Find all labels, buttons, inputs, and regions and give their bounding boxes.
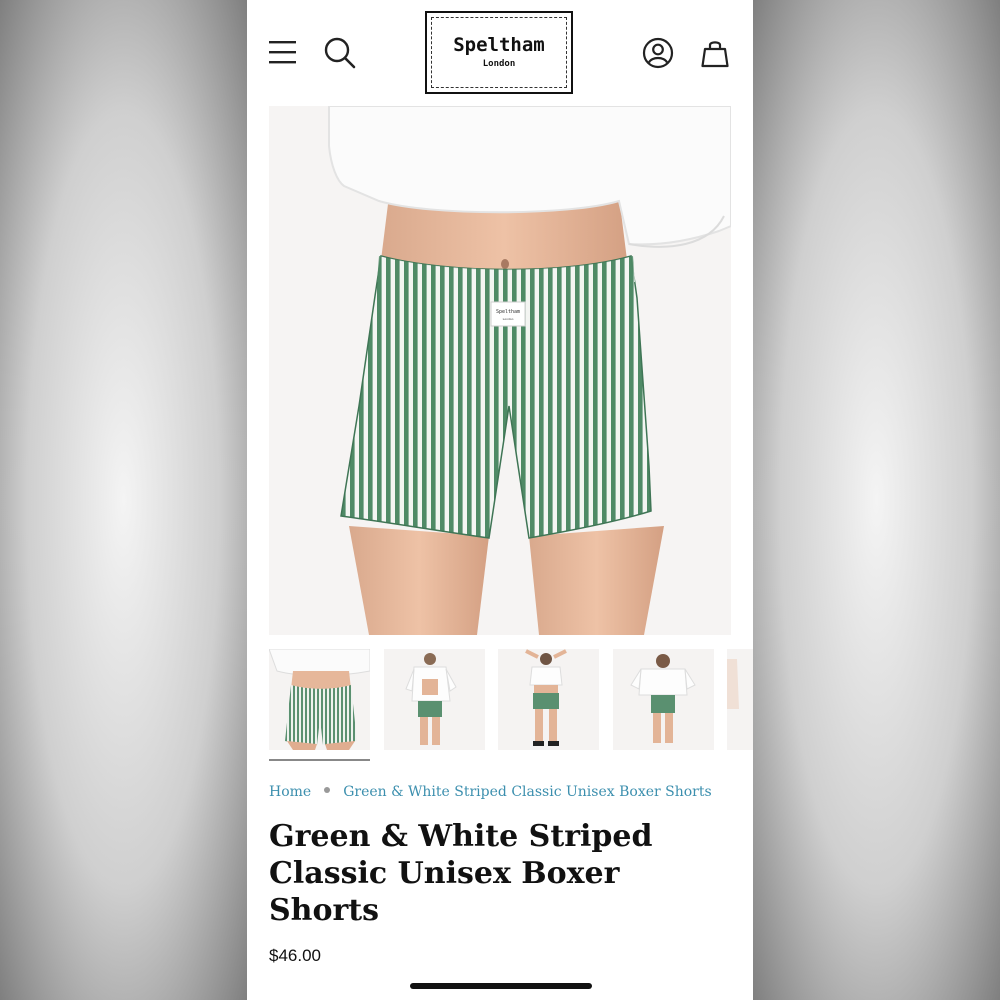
- background-right: [753, 0, 1000, 1000]
- active-thumbnail-indicator: [269, 759, 370, 761]
- thumbnail-5[interactable]: [727, 649, 753, 750]
- breadcrumb-separator: [324, 787, 331, 793]
- menu-icon[interactable]: [269, 40, 297, 64]
- shorts-label-text: Speltham: [496, 309, 520, 315]
- shorts-label-sub: London: [503, 317, 514, 321]
- product-title: Green & White Striped Classic Unisex Box…: [269, 819, 653, 928]
- account-icon[interactable]: [642, 37, 674, 69]
- bag-icon[interactable]: [701, 38, 729, 68]
- product-main-image[interactable]: Speltham London: [269, 106, 731, 635]
- thumbnail-3[interactable]: [498, 649, 599, 750]
- thumbnail-1[interactable]: [269, 649, 370, 750]
- brand-location: London: [482, 59, 516, 69]
- thumbnail-4[interactable]: [613, 649, 714, 750]
- background-left: [0, 0, 247, 1000]
- phone-screen: Speltham London Speltham London Home Gre…: [247, 0, 753, 1000]
- breadcrumb-home-link[interactable]: Home: [269, 784, 311, 800]
- breadcrumb: Home Green & White Striped Classic Unisex…: [269, 784, 712, 800]
- search-icon[interactable]: [324, 37, 356, 69]
- product-price: $46.00: [269, 946, 321, 965]
- breadcrumb-current-link[interactable]: Green & White Striped Classic Unisex Box…: [343, 784, 711, 800]
- thumbnail-2[interactable]: [384, 649, 485, 750]
- brand-logo[interactable]: Speltham London: [425, 11, 573, 94]
- home-indicator[interactable]: [410, 983, 592, 989]
- brand-name: Speltham: [453, 34, 545, 56]
